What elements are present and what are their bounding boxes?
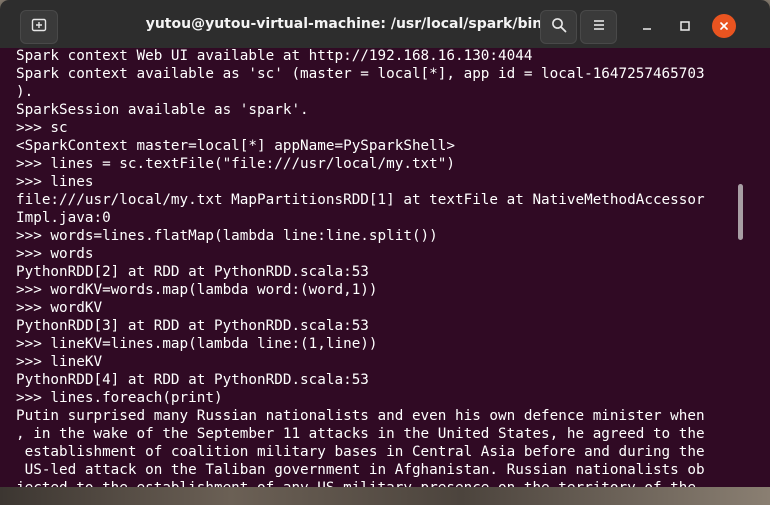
search-button[interactable] (540, 10, 577, 44)
terminal-line: Spark context available as 'sc' (master … (16, 66, 705, 82)
terminal-line: Spark context Web UI available at http:/… (16, 48, 533, 64)
terminal-line: >>> words=lines.flatMap(lambda line:line… (16, 228, 438, 244)
terminal-line: establishment of coalition military base… (16, 444, 705, 460)
terminal-line: PythonRDD[2] at RDD at PythonRDD.scala:5… (16, 264, 369, 280)
terminal-line: SparkSession available as 'spark'. (16, 102, 309, 118)
search-icon (551, 17, 567, 37)
terminal-line: , in the wake of the September 11 attack… (16, 426, 705, 442)
desktop-background-strip (0, 487, 770, 505)
terminal-line: ). (16, 84, 34, 100)
terminal-line: >>> sc (16, 120, 68, 136)
terminal-line: PythonRDD[4] at RDD at PythonRDD.scala:5… (16, 372, 369, 388)
terminal-line: >>> lines (16, 174, 94, 190)
close-button[interactable] (712, 14, 736, 38)
terminal-line: >>> lines = sc.textFile("file:///usr/loc… (16, 156, 455, 172)
terminal-window: yutou@yutou-virtual-machine: /usr/local/… (0, 0, 770, 487)
terminal-text: Spark context Web UI available at http:/… (16, 47, 740, 487)
terminal-line: >>> lineKV=lines.map(lambda line:(1,line… (16, 336, 378, 352)
maximize-icon (679, 17, 691, 36)
hamburger-menu-icon (591, 17, 607, 37)
new-tab-button[interactable] (20, 10, 58, 44)
terminal-scrollbar[interactable] (738, 184, 743, 240)
terminal-line: >>> wordKV (16, 300, 103, 316)
minimize-icon (641, 17, 653, 36)
terminal-line: US-led attack on the Taliban government … (16, 462, 705, 478)
terminal-line: Impl.java:0 (16, 210, 111, 226)
terminal-line: PythonRDD[3] at RDD at PythonRDD.scala:5… (16, 318, 369, 334)
new-tab-icon (31, 17, 47, 37)
terminal-line: >>> words (16, 246, 94, 262)
terminal-line: file:///usr/local/my.txt MapPartitionsRD… (16, 192, 705, 208)
terminal-output-area[interactable]: Spark context Web UI available at http:/… (0, 48, 770, 487)
window-title: yutou@yutou-virtual-machine: /usr/local/… (145, 16, 543, 32)
terminal-line: >>> wordKV=words.map(lambda word:(word,1… (16, 282, 378, 298)
terminal-line: jected to the establishment of any US mi… (16, 479, 740, 487)
title-bar: yutou@yutou-virtual-machine: /usr/local/… (0, 0, 770, 49)
menu-button[interactable] (580, 10, 617, 44)
minimize-button[interactable] (635, 14, 659, 38)
close-icon (718, 17, 730, 36)
terminal-line: >>> lineKV (16, 354, 103, 370)
maximize-button[interactable] (673, 14, 697, 38)
terminal-line: Putin surprised many Russian nationalist… (16, 408, 705, 424)
terminal-line: <SparkContext master=local[*] appName=Py… (16, 138, 455, 154)
terminal-line: >>> lines.foreach(print) (16, 390, 223, 406)
